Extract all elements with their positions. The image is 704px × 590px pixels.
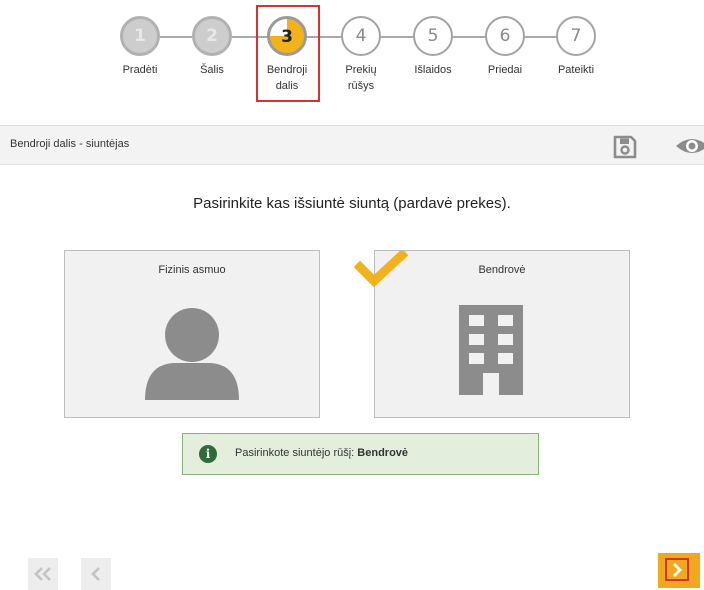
selection-info-alert: i Pasirinkote siuntėjo rūšį: Bendrovė (182, 433, 539, 475)
step-6-circle[interactable]: 6 (485, 16, 525, 56)
step-7-circle[interactable]: 7 (556, 16, 596, 56)
first-step-button[interactable] (28, 558, 58, 590)
info-icon: i (199, 445, 217, 463)
step-5-label: Išlaidos (414, 64, 452, 76)
previous-step-button[interactable] (81, 558, 111, 590)
step-2-label: Šalis (200, 64, 224, 76)
alert-message: Pasirinkote siuntėjo rūšį: Bendrovė (235, 447, 408, 459)
step-6-label: Priedai (487, 64, 523, 76)
eye-icon[interactable] (675, 135, 704, 157)
step-2-circle[interactable]: 2 (192, 16, 232, 56)
step-1-circle[interactable]: 1 (120, 16, 160, 56)
step-7-label: Pateikti (557, 64, 595, 76)
double-chevron-left-icon (34, 567, 51, 581)
option-label-company: Bendrovė (478, 264, 526, 276)
next-step-highlight (665, 558, 689, 581)
section-title: Bendroji dalis - siuntėjas (10, 138, 130, 150)
option-card-individual[interactable]: Fizinis asmuo (64, 250, 320, 418)
step-4-circle[interactable]: 4 (341, 16, 381, 56)
next-step-button[interactable] (658, 553, 700, 588)
selected-checkmark-icon (354, 251, 408, 288)
chevron-left-icon (91, 567, 100, 581)
step-5-circle[interactable]: 5 (413, 16, 453, 56)
building-icon (459, 305, 523, 395)
step-4-label: Prekių rūšys (345, 64, 377, 92)
progress-stepper: 1 Pradėti 2 Šalis 3 Bendroji dalis 4 Pre… (0, 0, 704, 125)
step-1-label: Pradėti (122, 64, 158, 76)
current-step-highlight (256, 5, 320, 102)
option-label-individual: Fizinis asmuo (158, 264, 226, 276)
alert-text: Pasirinkote siuntėjo rūšį: (235, 447, 355, 459)
selection-prompt: Pasirinkite kas išsiuntė siuntą (pardavė… (193, 195, 511, 212)
person-icon (145, 308, 239, 400)
chevron-right-icon (673, 562, 682, 577)
option-card-company[interactable]: Bendrovė (374, 250, 630, 418)
alert-value: Bendrovė (357, 447, 409, 459)
section-header: Bendroji dalis - siuntėjas (0, 125, 704, 165)
save-icon[interactable] (612, 134, 638, 160)
